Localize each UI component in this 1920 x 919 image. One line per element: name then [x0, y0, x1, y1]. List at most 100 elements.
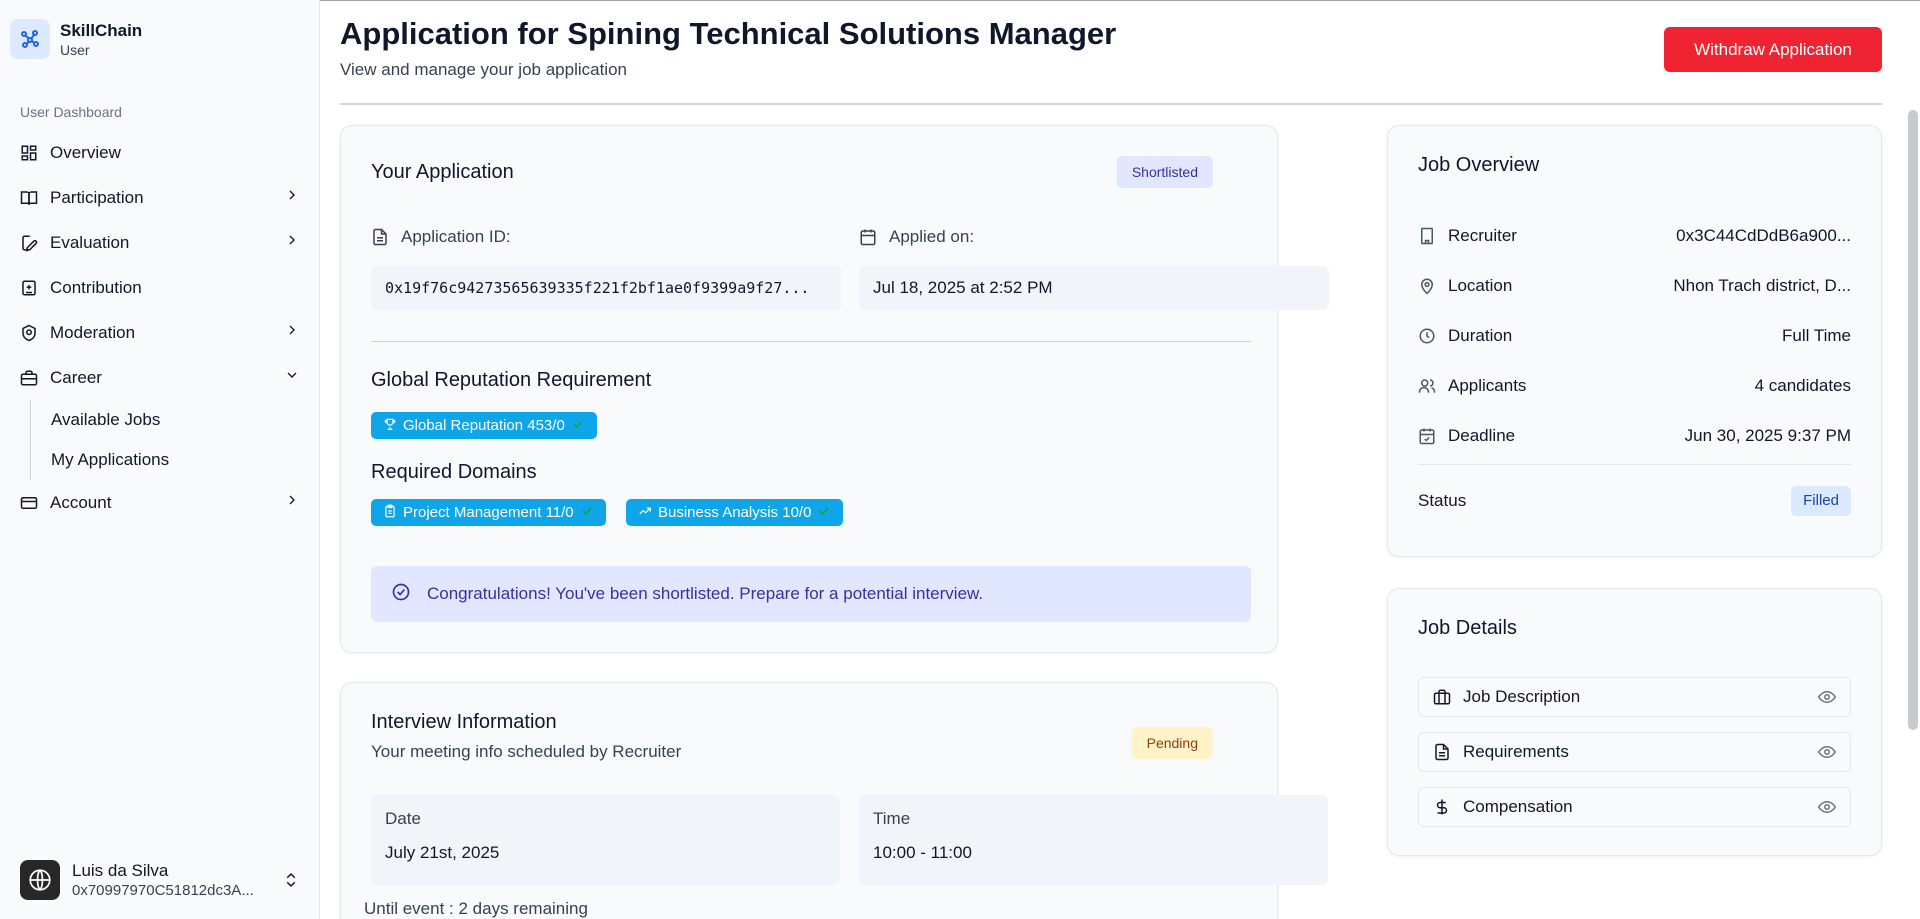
user-name: Luis da Silva	[72, 860, 169, 880]
deadline-row: Deadline Jun 30, 2025 9:37 PM	[1418, 416, 1851, 456]
applicants-row: Applicants 4 candidates	[1418, 366, 1851, 406]
check-circle-icon	[391, 582, 411, 607]
sidebar-item-career[interactable]: Career	[10, 355, 310, 400]
sidebar-item-label: Overview	[50, 142, 121, 162]
interview-time-box: Time 10:00 - 11:00	[859, 795, 1328, 885]
item-label: Requirements	[1463, 742, 1569, 761]
briefcase-icon	[20, 369, 38, 387]
field-label-text: Application ID:	[401, 227, 511, 246]
page-subtitle: View and manage your job application	[340, 60, 627, 79]
shortlisted-alert: Congratulations! You've been shortlisted…	[371, 566, 1251, 622]
application-card: Your Application Shortlisted Application…	[340, 125, 1329, 653]
shield-icon	[20, 324, 38, 342]
alert-text: Congratulations! You've been shortlisted…	[427, 584, 984, 603]
date-label: Date	[385, 809, 421, 828]
dashboard-icon	[20, 144, 38, 162]
sidebar-item-label: Contribution	[50, 277, 142, 297]
sidebar-item-my-applications[interactable]: My Applications	[31, 440, 310, 480]
sidebar-item-label: Moderation	[50, 322, 136, 342]
domain-chip: Business Analysis 10/0	[626, 499, 844, 526]
recruiter-label: Recruiter	[1448, 226, 1517, 245]
application-id-label: Application ID:	[371, 227, 511, 247]
deadline-value: Jun 30, 2025 9:37 PM	[1684, 426, 1851, 445]
chevrons-up-down-icon	[282, 871, 300, 889]
card-title: Job Overview	[1418, 154, 1540, 176]
chevron-right-icon	[284, 322, 300, 343]
applied-on-label: Applied on:	[859, 227, 974, 247]
file-text-icon	[1433, 743, 1451, 761]
scrollbar[interactable]	[1908, 110, 1918, 730]
trophy-icon	[383, 417, 397, 435]
status-badge: Shortlisted	[1116, 156, 1213, 188]
clock-icon	[1418, 327, 1436, 345]
time-label: Time	[873, 809, 911, 828]
eye-icon[interactable]	[1818, 688, 1836, 706]
nav-section-heading: User Dashboard	[20, 104, 122, 120]
calendar-icon	[859, 228, 877, 246]
location-label: Location	[1448, 276, 1513, 295]
divider	[371, 341, 1251, 342]
divider	[340, 103, 1882, 105]
job-details-card: Job Details Job Description Requirements…	[1387, 588, 1882, 856]
withdraw-application-button[interactable]: Withdraw Application	[1664, 27, 1882, 72]
global-reputation-heading: Global Reputation Requirement	[371, 369, 652, 391]
top-border	[320, 0, 1920, 1]
card-subtitle: Your meeting info scheduled by Recruiter	[371, 742, 682, 761]
duration-value: Full Time	[1782, 326, 1851, 345]
location-value: Nhon Trach district, D...	[1673, 276, 1851, 295]
compensation-item[interactable]: Compensation	[1418, 787, 1851, 827]
sidebar-item-participation[interactable]: Participation	[10, 175, 310, 220]
sidebar-item-evaluation[interactable]: Evaluation	[10, 220, 310, 265]
job-description-item[interactable]: Job Description	[1418, 677, 1851, 717]
required-domains-heading: Required Domains	[371, 461, 537, 483]
card-title: Interview Information	[371, 711, 557, 733]
trending-up-icon	[638, 504, 652, 522]
briefcase-icon	[1433, 688, 1451, 706]
brand-name: SkillChain	[60, 20, 143, 40]
duration-label: Duration	[1448, 326, 1513, 345]
chip-label: Business Analysis 10/0	[658, 504, 812, 521]
item-label: Job Description	[1463, 687, 1581, 706]
field-label-text: Applied on:	[889, 227, 975, 246]
interview-date-box: Date July 21st, 2025	[371, 795, 840, 885]
sidebar-item-label: Participation	[50, 187, 144, 207]
duration-row: Duration Full Time	[1418, 316, 1851, 356]
domain-chip: Project Management 11/0	[371, 499, 606, 526]
chip-label: Global Reputation 453/0	[403, 417, 565, 434]
page-title: Application for Spining Technical Soluti…	[340, 16, 1117, 51]
sidebar-item-overview[interactable]: Overview	[10, 130, 310, 175]
credit-card-icon	[20, 494, 38, 512]
card-title: Your Application	[371, 161, 514, 183]
eye-icon[interactable]	[1818, 743, 1836, 761]
sidebar-item-account[interactable]: Account	[10, 480, 310, 525]
deadline-label: Deadline	[1448, 426, 1516, 445]
user-menu[interactable]: Luis da Silva 0x70997970C51812dc3A...	[10, 850, 310, 910]
book-open-icon	[20, 189, 38, 207]
map-pin-icon	[1418, 277, 1436, 295]
check-icon	[571, 417, 585, 435]
application-id-value: 0x19f76c94273565639335f221f2bf1ae0f9399a…	[371, 266, 841, 310]
check-icon	[580, 504, 594, 522]
eye-icon[interactable]	[1818, 798, 1836, 816]
building-icon	[1418, 227, 1436, 245]
sidebar-item-label: Evaluation	[50, 232, 130, 252]
chevron-right-icon	[284, 187, 300, 208]
sidebar-nav: Overview Participation Evaluation Contri…	[10, 130, 310, 525]
requirements-item[interactable]: Requirements	[1418, 732, 1851, 772]
calendar-check-icon	[1418, 427, 1436, 445]
chip-label: Project Management 11/0	[403, 504, 574, 521]
until-event-countdown: Until event : 2 days remaining	[364, 899, 588, 918]
interview-card: Interview Information Your meeting info …	[340, 682, 1328, 919]
sidebar-item-contribution[interactable]: Contribution	[10, 265, 310, 310]
avatar	[20, 860, 60, 900]
sidebar-item-available-jobs[interactable]: Available Jobs	[31, 400, 310, 440]
chevron-down-icon	[284, 367, 300, 388]
plus-square-icon	[20, 279, 38, 297]
sidebar-item-moderation[interactable]: Moderation	[10, 310, 310, 355]
date-value: July 21st, 2025	[385, 843, 500, 862]
recruiter-row: Recruiter 0x3C44CdDdB6a900...	[1418, 216, 1851, 256]
sidebar-item-label: Account	[50, 492, 112, 512]
divider	[1418, 464, 1851, 465]
brand[interactable]: SkillChain User	[10, 19, 142, 59]
skillchain-logo-icon	[10, 19, 50, 59]
